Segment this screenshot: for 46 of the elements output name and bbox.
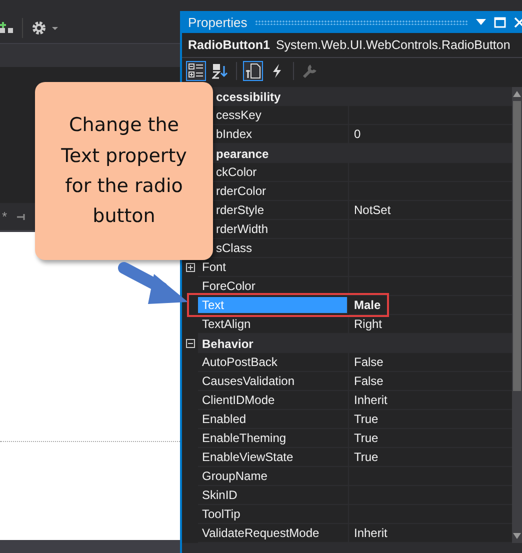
panel-title: Properties [188, 14, 248, 30]
object-type: System.Web.UI.WebControls.RadioButton [276, 38, 510, 52]
maximize-icon[interactable] [494, 16, 506, 28]
callout-text: Change the Text property for the radio button [60, 113, 188, 230]
alphabetical-button[interactable] [210, 61, 230, 81]
property-name[interactable]: bIndex [216, 127, 252, 141]
property-name[interactable]: Font [202, 260, 226, 274]
property-name[interactable]: ToolTip [202, 507, 240, 521]
scrollbar[interactable] [512, 87, 522, 543]
property-name[interactable]: sClass [216, 241, 252, 255]
property-name[interactable]: ForeColor [202, 279, 256, 293]
collapse-icon[interactable] [186, 339, 194, 348]
scroll-down-icon[interactable] [513, 533, 521, 539]
wrench-icon [302, 63, 318, 79]
close-icon[interactable] [514, 16, 522, 28]
expand-icon[interactable] [186, 263, 194, 272]
properties-button[interactable] [243, 61, 263, 81]
category-header[interactable]: ccessibility [216, 90, 281, 104]
pin-icon[interactable] [17, 212, 28, 222]
property-name[interactable]: rderColor [216, 184, 266, 198]
property-page-icon [245, 63, 261, 79]
category-header[interactable]: Behavior [202, 336, 254, 350]
scroll-up-icon[interactable] [513, 91, 521, 97]
property-name[interactable]: GroupName [202, 469, 268, 483]
property-name[interactable]: cessKey [216, 108, 262, 122]
sort-az-icon [212, 63, 228, 79]
property-name[interactable]: ClientIDMode [202, 393, 275, 407]
property-name[interactable]: AutoPostBack [202, 355, 278, 369]
add-item-icon[interactable] [0, 20, 14, 34]
property-name[interactable]: CausesValidation [202, 374, 295, 388]
object-name: RadioButton1 [188, 38, 270, 52]
property-name[interactable]: EnableTheming [202, 431, 286, 445]
categorized-icon [188, 63, 204, 79]
category-header[interactable]: pearance [216, 146, 269, 160]
property-name[interactable]: SkinID [202, 488, 238, 502]
property-name[interactable]: TextAlign [202, 317, 251, 331]
unsaved-marker: * [2, 209, 8, 224]
property-name[interactable]: ckColor [216, 165, 257, 179]
property-name[interactable]: rderWidth [216, 222, 268, 236]
categorized-button[interactable] [186, 61, 206, 81]
dropdown-icon[interactable] [476, 19, 486, 25]
property-name[interactable]: Enabled [202, 412, 246, 426]
property-name[interactable]: EnableViewState [202, 450, 294, 464]
settings-icon[interactable] [31, 20, 61, 36]
property-name[interactable]: rderStyle [216, 203, 264, 217]
property-name[interactable]: ValidateRequestMode [202, 526, 320, 540]
